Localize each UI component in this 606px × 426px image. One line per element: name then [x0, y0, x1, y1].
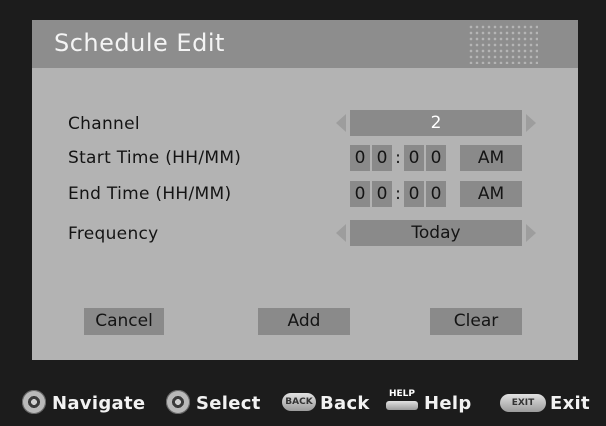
- dialog-title-bar: Schedule Edit: [32, 20, 578, 68]
- frequency-right-arrow-icon[interactable]: [526, 224, 536, 242]
- end-minute-ones-digit[interactable]: 0: [426, 181, 446, 207]
- schedule-edit-dialog: Schedule Edit Channel 2 Start Time (HH/M…: [32, 20, 578, 360]
- navigate-hint: Navigate: [52, 393, 146, 414]
- dpad-navigate-icon: [22, 390, 46, 414]
- help-hint: Help: [424, 393, 472, 414]
- frequency-left-arrow-icon[interactable]: [336, 224, 346, 242]
- help-button-icon: HELP: [384, 389, 420, 411]
- select-hint: Select: [196, 393, 261, 414]
- exit-hint: Exit: [550, 393, 590, 414]
- start-am-pm-toggle[interactable]: AM: [460, 145, 522, 171]
- channel-left-arrow-icon[interactable]: [336, 114, 346, 132]
- cancel-button[interactable]: Cancel: [84, 308, 164, 335]
- back-button-icon: BACK: [282, 393, 316, 411]
- end-am-pm-toggle[interactable]: AM: [460, 181, 522, 207]
- start-minute-ones-digit[interactable]: 0: [426, 145, 446, 171]
- dialog-title: Schedule Edit: [54, 29, 225, 57]
- dpad-select-icon: [166, 390, 190, 414]
- end-time-label: End Time (HH/MM): [68, 184, 232, 204]
- channel-label: Channel: [68, 114, 140, 134]
- back-hint: Back: [320, 393, 370, 414]
- exit-button-icon: EXIT: [500, 394, 546, 412]
- channel-right-arrow-icon[interactable]: [526, 114, 536, 132]
- start-time-separator: :: [395, 148, 401, 168]
- start-minute-tens-digit[interactable]: 0: [404, 145, 424, 171]
- tv-screen: Schedule Edit Channel 2 Start Time (HH/M…: [0, 0, 606, 426]
- help-icon-text: HELP: [388, 389, 415, 399]
- clear-button[interactable]: Clear: [430, 308, 522, 335]
- start-time-label: Start Time (HH/MM): [68, 148, 242, 168]
- end-time-separator: :: [395, 184, 401, 204]
- help-icon-bar: [386, 401, 418, 410]
- end-minute-tens-digit[interactable]: 0: [404, 181, 424, 207]
- add-button[interactable]: Add: [258, 308, 350, 335]
- start-hour-ones-digit[interactable]: 0: [372, 145, 392, 171]
- frequency-label: Frequency: [68, 224, 159, 244]
- end-hour-ones-digit[interactable]: 0: [372, 181, 392, 207]
- title-dot-pattern: [468, 24, 538, 64]
- start-hour-tens-digit[interactable]: 0: [350, 145, 370, 171]
- frequency-selector[interactable]: Today: [350, 220, 522, 246]
- channel-selector[interactable]: 2: [350, 110, 522, 136]
- end-hour-tens-digit[interactable]: 0: [350, 181, 370, 207]
